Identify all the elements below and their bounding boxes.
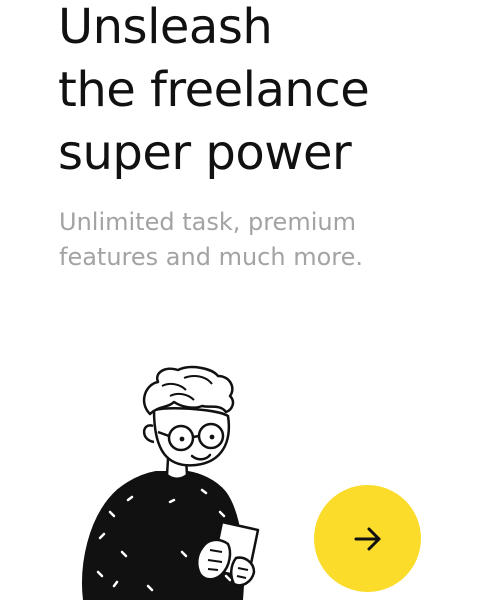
headline-line: the freelance	[58, 62, 370, 118]
subtitle-line: features and much more.	[59, 243, 363, 271]
next-button[interactable]	[314, 485, 421, 592]
headline: Unsleash the freelance super power	[58, 0, 370, 185]
person-with-phone-illustration	[82, 365, 260, 600]
subtitle: Unlimited task, premium features and muc…	[59, 205, 363, 275]
arrow-right-icon	[354, 527, 380, 550]
headline-line: super power	[58, 125, 352, 181]
subtitle-line: Unlimited task, premium	[59, 208, 356, 236]
headline-line: Unsleash	[58, 0, 273, 55]
onboarding-screen: Unsleash the freelance super power Unlim…	[0, 0, 480, 600]
